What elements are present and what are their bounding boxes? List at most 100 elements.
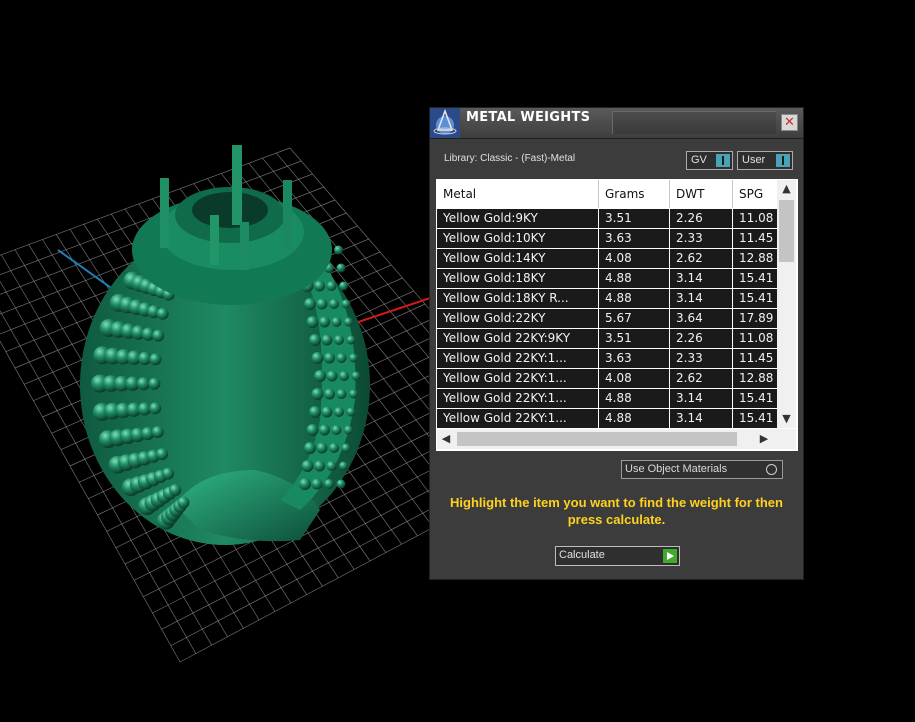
gv-toggle[interactable]: GV [686, 151, 733, 170]
chevron-left-icon[interactable]: ◀ [437, 429, 455, 449]
table-row[interactable]: Yellow Gold 22KY:1... 4.08 2.62 12.88 [437, 369, 777, 389]
play-icon [663, 549, 677, 563]
panel-titlebar[interactable]: METAL WEIGHTS ✕ [430, 108, 803, 139]
ring-bead [334, 407, 344, 417]
table-cell-grams: 3.63 [599, 229, 670, 248]
horizontal-scroll-thumb[interactable] [457, 432, 737, 446]
table-row[interactable]: Yellow Gold:22KY 5.67 3.64 17.89 [437, 309, 777, 329]
chevron-down-icon[interactable]: ▼ [777, 410, 796, 428]
table-cell-metal: Yellow Gold 22KY:1... [437, 389, 599, 408]
chevron-right-icon[interactable]: ▶ [755, 429, 773, 449]
table-cell-metal: Yellow Gold 22KY:9KY [437, 329, 599, 348]
table-cell-dwt: 2.62 [670, 249, 733, 268]
ring-bead [321, 406, 333, 418]
vertical-scroll-thumb[interactable] [779, 200, 794, 262]
ring-bead [309, 406, 321, 418]
ring-model[interactable] [80, 145, 370, 545]
ring-bead [149, 402, 162, 415]
table-cell-grams: 4.08 [599, 249, 670, 268]
table-cell-spg: 12.88 [739, 251, 774, 265]
radio-button-icon[interactable] [766, 464, 777, 475]
ring-bead [311, 388, 324, 400]
ring-bead [156, 307, 169, 320]
table-row[interactable]: Yellow Gold:14KY 4.08 2.62 12.88 [437, 249, 777, 269]
column-header-metal[interactable]: Metal [437, 180, 599, 208]
ring-bead [334, 335, 344, 345]
table-cell-dwt: 2.26 [670, 209, 733, 228]
table-cell-spg: 15.41 [739, 271, 774, 285]
table-row[interactable]: Yellow Gold:18KY 4.88 3.14 15.41 [437, 269, 777, 289]
table-cell-metal: Yellow Gold:14KY [437, 249, 599, 268]
table-cell-grams: 4.88 [599, 389, 670, 408]
ring-bead [329, 443, 339, 453]
table-row[interactable]: Yellow Gold:10KY 3.63 2.33 11.45 [437, 229, 777, 249]
ring-bead [331, 317, 342, 327]
ring-bead [336, 479, 346, 489]
ring-bead [304, 298, 316, 310]
ring-bead [324, 479, 334, 489]
ring-bead [339, 371, 349, 381]
ring-bead [349, 389, 358, 399]
table-cell-dwt: 3.14 [670, 269, 733, 288]
table-row[interactable]: Yellow Gold 22KY:1... 4.88 3.14 15.41 [437, 409, 777, 429]
table-cell-metal: Yellow Gold:18KY [437, 269, 599, 288]
ring-bead [326, 461, 337, 471]
table-cell-spg: 11.45 [739, 231, 774, 245]
chevron-up-icon[interactable]: ▲ [777, 180, 796, 198]
title-slot [612, 111, 776, 134]
calculate-button[interactable]: Calculate [555, 546, 680, 566]
table-cell-dwt: 3.14 [670, 289, 733, 308]
table-cell-grams: 3.63 [599, 349, 670, 368]
close-button[interactable]: ✕ [781, 114, 798, 131]
ring-bead [311, 478, 323, 490]
user-toggle[interactable]: User [737, 151, 793, 170]
toggle-switch-icon [716, 154, 730, 167]
ring-bead [162, 467, 174, 480]
table-row[interactable]: Yellow Gold:18KY R... 4.88 3.14 15.41 [437, 289, 777, 309]
table-cell-dwt: 3.64 [670, 309, 733, 328]
ring-bead [326, 370, 338, 382]
ring-bead [311, 352, 324, 364]
ring-bead [138, 351, 152, 365]
ring-bead [346, 335, 356, 345]
column-header-grams[interactable]: Grams [599, 180, 670, 208]
table-row[interactable]: Yellow Gold:9KY 3.51 2.26 11.08 [437, 209, 777, 229]
table-cell-metal: Yellow Gold:22KY [437, 309, 599, 328]
ring-bead [334, 245, 343, 255]
ring-bead [306, 316, 319, 328]
table-cell-spg: 12.88 [739, 371, 774, 385]
table-cell-grams: 4.88 [599, 409, 670, 428]
ring-bead [299, 478, 311, 490]
ring-bead [314, 280, 325, 292]
table-body: Yellow Gold:9KY 3.51 2.26 11.08 Yellow Gold:… [437, 209, 777, 429]
ring-bead [351, 371, 361, 381]
ring-bead [156, 448, 169, 461]
metal-table[interactable]: Metal Grams DWT SPG Yellow Gold:9KY 3.51 2… [436, 179, 798, 451]
ring-bead [336, 263, 346, 273]
ring-bead [136, 377, 151, 391]
metal-weights-panel: METAL WEIGHTS ✕ Library: Classic - (Fast… [429, 107, 804, 580]
ring-bead [331, 425, 342, 435]
ring-bead [344, 317, 353, 327]
ring-bead [344, 425, 353, 435]
table-row[interactable]: Yellow Gold 22KY:1... 3.63 2.33 11.45 [437, 349, 777, 369]
close-icon: ✕ [784, 115, 795, 130]
ring-bead [336, 389, 347, 399]
ring-bead [148, 377, 161, 390]
column-header-dwt[interactable]: DWT [670, 180, 733, 208]
table-cell-dwt: 3.14 [670, 409, 733, 428]
table-cell-metal: Yellow Gold:18KY R... [437, 289, 599, 308]
table-row[interactable]: Yellow Gold 22KY:9KY 3.51 2.26 11.08 [437, 329, 777, 349]
horizontal-scrollbar[interactable]: ◀ ▶ [437, 429, 777, 449]
ring-bead [169, 484, 182, 496]
use-object-materials-option[interactable]: Use Object Materials [621, 460, 783, 479]
ring-bead [151, 426, 164, 438]
table-cell-spg: 17.89 [739, 311, 774, 325]
user-toggle-label: User [742, 154, 766, 166]
vertical-scrollbar[interactable]: ▲ ▼ [777, 180, 796, 428]
table-row[interactable]: Yellow Gold 22KY:1... 4.88 3.14 15.41 [437, 389, 777, 409]
table-cell-spg: 15.41 [739, 291, 774, 305]
table-cell-spg: 11.45 [739, 351, 774, 365]
table-cell-dwt: 2.33 [670, 229, 733, 248]
table-cell-dwt: 3.14 [670, 389, 733, 408]
